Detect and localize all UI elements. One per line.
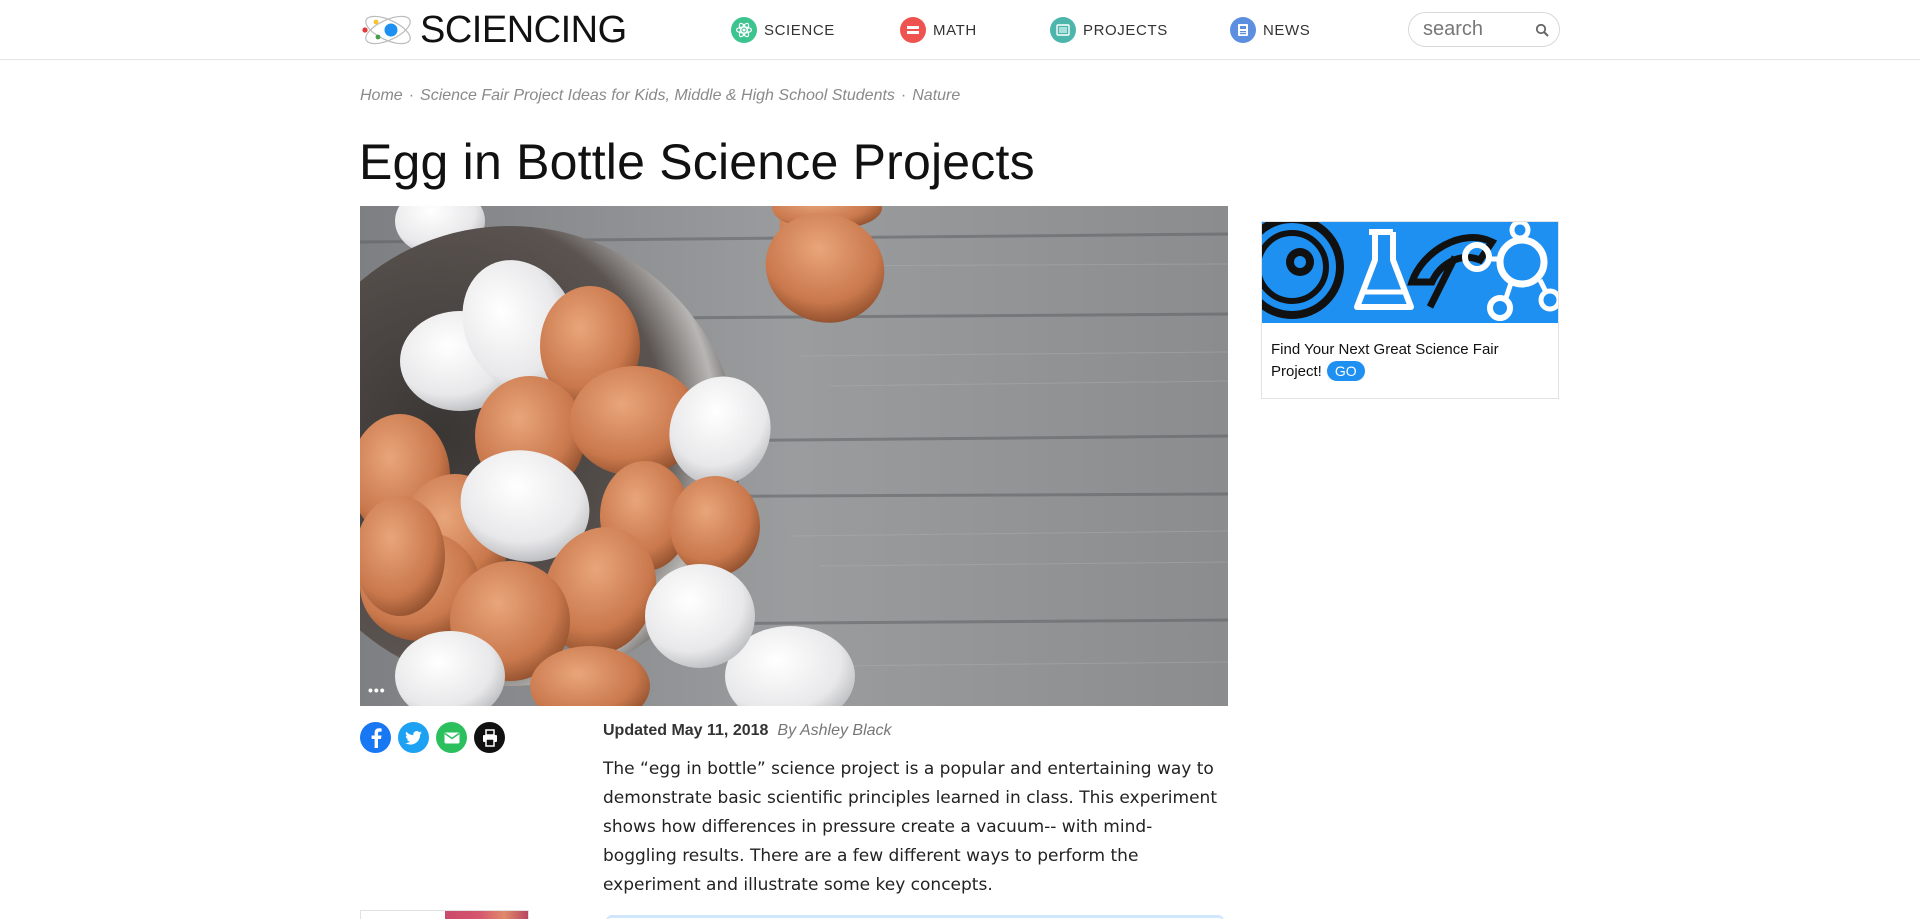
go-button[interactable]: GO (1326, 361, 1365, 381)
twitter-icon[interactable] (398, 722, 429, 753)
related-thumbnail[interactable] (360, 910, 529, 919)
nav-projects[interactable]: PROJECTS (1050, 17, 1168, 43)
atom-logo-icon (362, 15, 411, 45)
article-intro: The “egg in bottle” science project is a… (603, 759, 1217, 895)
site-header: SCIENCING SCIENCE MATH PROJECTS NEWS (0, 0, 1920, 60)
page-title: Egg in Bottle Science Projects (359, 134, 1035, 190)
promo-text: Find Your Next Great Science Fair Projec… (1271, 341, 1499, 380)
site-logo[interactable]: SCIENCING (360, 8, 627, 52)
promo-banner (1262, 222, 1558, 323)
breadcrumb-home[interactable]: Home (360, 87, 403, 105)
nav-news[interactable]: NEWS (1230, 17, 1310, 43)
eggs-in-bowl-illustration (360, 206, 1228, 706)
logo-text: SCIENCING (420, 9, 627, 51)
breadcrumb: Home · Science Fair Project Ideas for Ki… (360, 87, 960, 105)
nav-math[interactable]: MATH (900, 17, 977, 43)
author-byline[interactable]: By Ashley Black (777, 722, 891, 740)
promo-text-block: Find Your Next Great Science Fair Projec… (1271, 339, 1541, 383)
board-icon (1050, 17, 1076, 43)
search-box (1408, 12, 1560, 47)
search-icon[interactable] (1535, 23, 1549, 37)
print-icon[interactable] (474, 722, 505, 753)
breadcrumb-separator: · (408, 87, 415, 104)
nav-science-label: SCIENCE (764, 21, 835, 39)
equals-icon (900, 17, 926, 43)
breadcrumb-science-fair[interactable]: Science Fair Project Ideas for Kids, Mid… (420, 87, 895, 105)
atom-icon (731, 17, 757, 43)
facebook-icon[interactable] (360, 722, 391, 753)
breadcrumb-nature[interactable]: Nature (912, 87, 960, 105)
science-fair-promo-card[interactable]: Find Your Next Great Science Fair Projec… (1261, 221, 1559, 399)
article-meta: Updated May 11, 2018 By Ashley Black (603, 722, 892, 740)
email-icon[interactable] (436, 722, 467, 753)
nav-projects-label: PROJECTS (1083, 21, 1168, 39)
search-input[interactable] (1423, 18, 1533, 41)
updated-date: Updated May 11, 2018 (603, 722, 769, 739)
breadcrumb-separator: · (900, 87, 907, 104)
hero-image: ••• (360, 206, 1228, 706)
thumbnail-image (445, 911, 528, 919)
content-box-edge (606, 915, 1224, 919)
nav-math-label: MATH (933, 21, 977, 39)
image-more-button[interactable]: ••• (368, 682, 386, 698)
newspaper-icon (1230, 17, 1256, 43)
science-tools-illustration (1262, 222, 1558, 321)
nav-science[interactable]: SCIENCE (731, 17, 835, 43)
share-bar (360, 722, 512, 753)
nav-news-label: NEWS (1263, 21, 1311, 39)
